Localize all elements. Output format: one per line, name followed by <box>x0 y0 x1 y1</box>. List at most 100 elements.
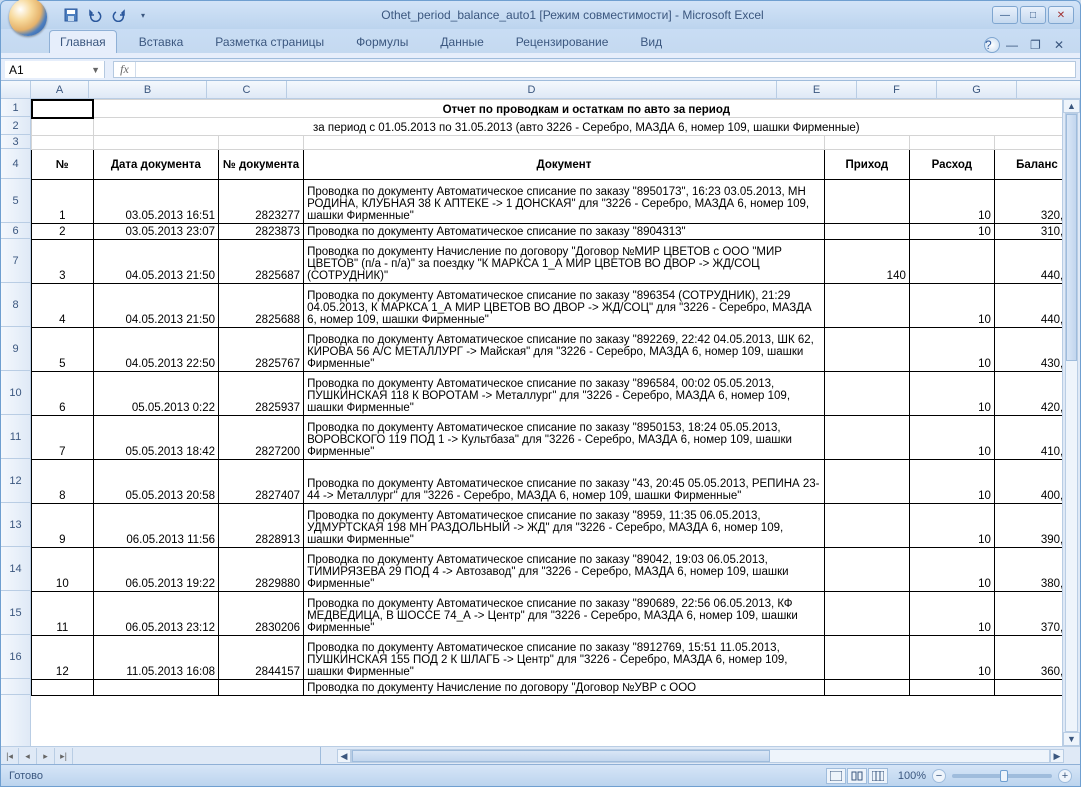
cell[interactable]: 2827407 <box>219 460 304 504</box>
cell[interactable] <box>824 224 909 240</box>
debit-cell[interactable] <box>909 680 994 696</box>
tab-insert[interactable]: Вставка <box>129 31 194 53</box>
minimize-button[interactable]: — <box>992 6 1018 24</box>
debit-cell[interactable]: 10 <box>909 372 994 416</box>
cell[interactable]: 11 <box>32 592 94 636</box>
row-header[interactable]: 12 <box>1 459 30 503</box>
column-header-F[interactable]: F <box>857 81 937 98</box>
cell[interactable]: 4 <box>32 284 94 328</box>
maximize-button[interactable]: □ <box>1020 6 1046 24</box>
row-header[interactable]: 11 <box>1 415 30 459</box>
cell[interactable]: 2828913 <box>219 504 304 548</box>
close-button[interactable]: ✕ <box>1048 6 1074 24</box>
qat-dropdown-icon[interactable]: ▾ <box>133 5 153 25</box>
cell[interactable]: 06.05.2013 11:56 <box>93 504 218 548</box>
hscroll-thumb[interactable] <box>352 750 770 762</box>
row-header[interactable] <box>1 679 30 695</box>
scroll-right-icon[interactable]: ▶ <box>1050 749 1064 763</box>
help-icon[interactable]: ? <box>984 37 1000 53</box>
zoom-in-button[interactable]: + <box>1058 769 1072 783</box>
row-header[interactable]: 1 <box>1 99 30 117</box>
cell[interactable]: 05.05.2013 0:22 <box>93 372 218 416</box>
cell[interactable] <box>824 284 909 328</box>
table-header[interactable]: Приход <box>824 150 909 180</box>
doc-cell[interactable]: Проводка по документу Автоматическое спи… <box>304 328 825 372</box>
debit-cell[interactable]: 10 <box>909 416 994 460</box>
debit-cell[interactable]: 10 <box>909 592 994 636</box>
scroll-down-icon[interactable]: ▼ <box>1063 732 1080 746</box>
cell[interactable]: 2825687 <box>219 240 304 284</box>
doc-cell[interactable]: Проводка по документу Автоматическое спи… <box>304 592 825 636</box>
tab-nav-last-icon[interactable]: ▸| <box>55 748 73 764</box>
cell[interactable]: 2825937 <box>219 372 304 416</box>
cell[interactable]: 03.05.2013 23:07 <box>93 224 218 240</box>
cell[interactable]: 10 <box>32 548 94 592</box>
cell[interactable] <box>824 548 909 592</box>
doc-cell[interactable]: Проводка по документу Автоматическое спи… <box>304 548 825 592</box>
tab-formulas[interactable]: Формулы <box>346 31 418 53</box>
tab-view[interactable]: Вид <box>630 31 672 53</box>
formula-input[interactable] <box>136 63 1075 77</box>
tab-review[interactable]: Рецензирование <box>506 31 619 53</box>
debit-cell[interactable] <box>909 240 994 284</box>
doc-cell[interactable]: Проводка по документу Начисление по дого… <box>304 680 825 696</box>
column-header-B[interactable]: B <box>89 81 207 98</box>
debit-cell[interactable]: 10 <box>909 180 994 224</box>
scroll-up-icon[interactable]: ▲ <box>1063 99 1080 113</box>
cell[interactable]: 2823873 <box>219 224 304 240</box>
cell[interactable] <box>824 136 909 150</box>
zoom-slider-knob[interactable] <box>1000 770 1008 782</box>
column-header-G[interactable]: G <box>937 81 1017 98</box>
cell[interactable]: 04.05.2013 21:50 <box>93 240 218 284</box>
page-break-view-icon[interactable] <box>868 768 888 784</box>
cell[interactable]: 3 <box>32 240 94 284</box>
table-header[interactable]: Дата документа <box>93 150 218 180</box>
zoom-out-button[interactable]: − <box>932 769 946 783</box>
cell[interactable] <box>824 592 909 636</box>
tab-home[interactable]: Главная <box>49 30 117 53</box>
row-header[interactable]: 16 <box>1 635 30 679</box>
vertical-scrollbar[interactable]: ▲ ▼ <box>1062 99 1080 746</box>
cell[interactable] <box>32 136 94 150</box>
cell-A1[interactable] <box>32 100 94 118</box>
doc-cell[interactable]: Проводка по документу Автоматическое спи… <box>304 372 825 416</box>
doc-cell[interactable]: Проводка по документу Автоматическое спи… <box>304 224 825 240</box>
table-header[interactable]: Расход <box>909 150 994 180</box>
debit-cell[interactable]: 10 <box>909 636 994 680</box>
zoom-slider[interactable] <box>952 774 1052 778</box>
doc-cell[interactable]: Проводка по документу Автоматическое спи… <box>304 416 825 460</box>
cell[interactable] <box>219 136 304 150</box>
cell[interactable]: 2844157 <box>219 636 304 680</box>
cell[interactable] <box>824 680 909 696</box>
cell[interactable]: 11.05.2013 16:08 <box>93 636 218 680</box>
report-title[interactable]: Отчет по проводкам и остаткам по авто за… <box>93 100 1079 118</box>
cell[interactable]: 2 <box>32 224 94 240</box>
table-header[interactable]: № <box>32 150 94 180</box>
cell[interactable]: 03.05.2013 16:51 <box>93 180 218 224</box>
row-header[interactable]: 7 <box>1 239 30 283</box>
doc-cell[interactable]: Проводка по документу Автоматическое спи… <box>304 180 825 224</box>
doc-cell[interactable]: Проводка по документу Автоматическое спи… <box>304 460 825 504</box>
cell[interactable]: 06.05.2013 19:22 <box>93 548 218 592</box>
save-icon[interactable] <box>61 5 81 25</box>
debit-cell[interactable]: 10 <box>909 284 994 328</box>
horizontal-scrollbar[interactable]: ◀ ▶ <box>321 749 1080 763</box>
cell[interactable] <box>32 118 94 136</box>
report-subtitle[interactable]: за период с 01.05.2013 по 31.05.2013 (ав… <box>93 118 1079 136</box>
fx-icon[interactable]: fx <box>114 62 136 77</box>
row-header[interactable]: 13 <box>1 503 30 547</box>
row-header[interactable]: 10 <box>1 371 30 415</box>
scroll-left-icon[interactable]: ◀ <box>337 749 351 763</box>
doc-minimize-button[interactable]: — <box>1006 38 1024 52</box>
cell[interactable]: 05.05.2013 18:42 <box>93 416 218 460</box>
cell[interactable]: 2827200 <box>219 416 304 460</box>
debit-cell[interactable]: 10 <box>909 460 994 504</box>
row-header[interactable]: 2 <box>1 117 30 135</box>
cell[interactable] <box>824 636 909 680</box>
column-header-E[interactable]: E <box>777 81 857 98</box>
cell[interactable]: 2825767 <box>219 328 304 372</box>
doc-cell[interactable]: Проводка по документу Автоматическое спи… <box>304 504 825 548</box>
row-header[interactable]: 3 <box>1 135 30 149</box>
cell[interactable]: 06.05.2013 23:12 <box>93 592 218 636</box>
debit-cell[interactable]: 10 <box>909 328 994 372</box>
